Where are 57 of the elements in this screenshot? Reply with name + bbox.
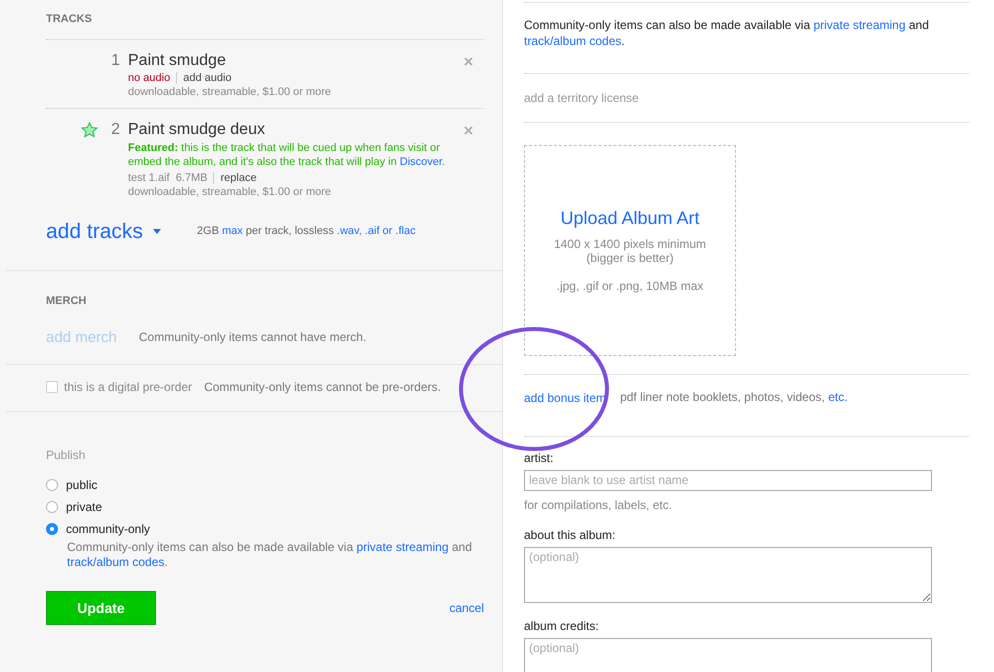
radio-button[interactable] xyxy=(46,522,58,535)
track-number: 2 xyxy=(110,120,121,140)
field-label: artist: xyxy=(524,450,554,465)
checkbox-label: this is a digital pre-order xyxy=(64,380,192,394)
text-link[interactable]: .aif or .flac xyxy=(364,225,416,238)
action-link[interactable]: replace xyxy=(220,172,257,184)
radio-button[interactable] xyxy=(46,500,58,513)
text-link[interactable]: Discover xyxy=(400,156,442,168)
merch-note: Community-only items cannot have merch. xyxy=(138,330,366,344)
section-heading: MERCH xyxy=(46,294,88,307)
cancel-link[interactable]: cancel xyxy=(449,600,484,615)
update-button[interactable]: Update xyxy=(46,590,156,625)
action-link[interactable]: add audio xyxy=(183,72,232,84)
track-info: downloadable, streamable, $1.00 or more xyxy=(128,186,332,198)
caret-icon xyxy=(152,229,161,234)
track-status: no audio xyxy=(128,72,170,84)
radio-label: private xyxy=(66,500,102,514)
add-tracks-link[interactable]: add tracks xyxy=(46,220,161,244)
text-link[interactable]: track/album codes xyxy=(524,34,622,48)
publish-heading: Publish xyxy=(46,448,86,462)
section-heading: TRACKS xyxy=(46,13,93,25)
upload-limits-text: 2GB max per track, lossless .wav, .aif or .flac xyxy=(196,224,416,239)
checkbox[interactable] xyxy=(46,380,58,393)
track-title[interactable]: Paint smudge xyxy=(126,50,462,72)
bonus-note: pdf liner note booklets, photos, videos, etc. xyxy=(620,390,848,406)
field-help: for compilations, labels, etc. xyxy=(524,498,674,512)
text-link[interactable]: etc. xyxy=(828,390,848,404)
text-link[interactable]: .wav xyxy=(336,225,359,238)
star-icon[interactable] xyxy=(80,122,98,138)
upload-hint-text: (bigger is better) xyxy=(586,251,674,266)
album-art-upload-area[interactable]: Upload Album Art 1400 x 1400 pixels minimum (bigger is better) .jpg, .gif or .png, 10MB max xyxy=(524,145,736,356)
text-link[interactable]: track/album codes xyxy=(67,555,164,570)
field-label: album credits: xyxy=(524,618,600,633)
radio-button[interactable] xyxy=(46,478,58,491)
close-icon[interactable] xyxy=(464,126,473,135)
input-field[interactable]: leave blank to use artist name xyxy=(524,470,932,491)
text-link[interactable]: private streaming xyxy=(356,540,449,554)
close-icon[interactable] xyxy=(464,57,473,66)
upload-title: Upload Album Art xyxy=(560,208,700,230)
upload-formats-text: .jpg, .gif or .png, 10MB max xyxy=(556,279,704,294)
upload-size-text: 1400 x 1400 pixels minimum xyxy=(554,237,706,252)
text-area[interactable]: (optional) xyxy=(524,638,932,672)
text-link[interactable]: private streaming xyxy=(813,18,906,32)
radio-label: public xyxy=(66,478,98,492)
featured-note: Featured: this is the track that will be cued up when fans visit or embed the album, and it's also the track that will play in Discover. xyxy=(128,141,446,170)
availability-note: Community-only items can also be made available via private streaming and track/album codes. xyxy=(524,18,930,50)
track-number: 1 xyxy=(110,51,121,71)
track-info: downloadable, streamable, $1.00 or more xyxy=(128,86,332,98)
text-link[interactable]: max xyxy=(222,225,243,238)
track-title[interactable]: Paint smudge deux xyxy=(126,119,462,141)
track-status: test 1.aif 6.7MB xyxy=(128,172,208,184)
territory-license-link[interactable]: add a territory license xyxy=(524,91,639,106)
preorder-note: Community-only items cannot be pre-orders. xyxy=(204,380,441,394)
text-area[interactable]: (optional) xyxy=(524,546,932,603)
radio-label: community-only xyxy=(66,522,150,536)
field-label: about this album: xyxy=(524,528,616,542)
publish-note: Community-only items can also be made available via private streaming and track/album codes. xyxy=(67,540,473,571)
